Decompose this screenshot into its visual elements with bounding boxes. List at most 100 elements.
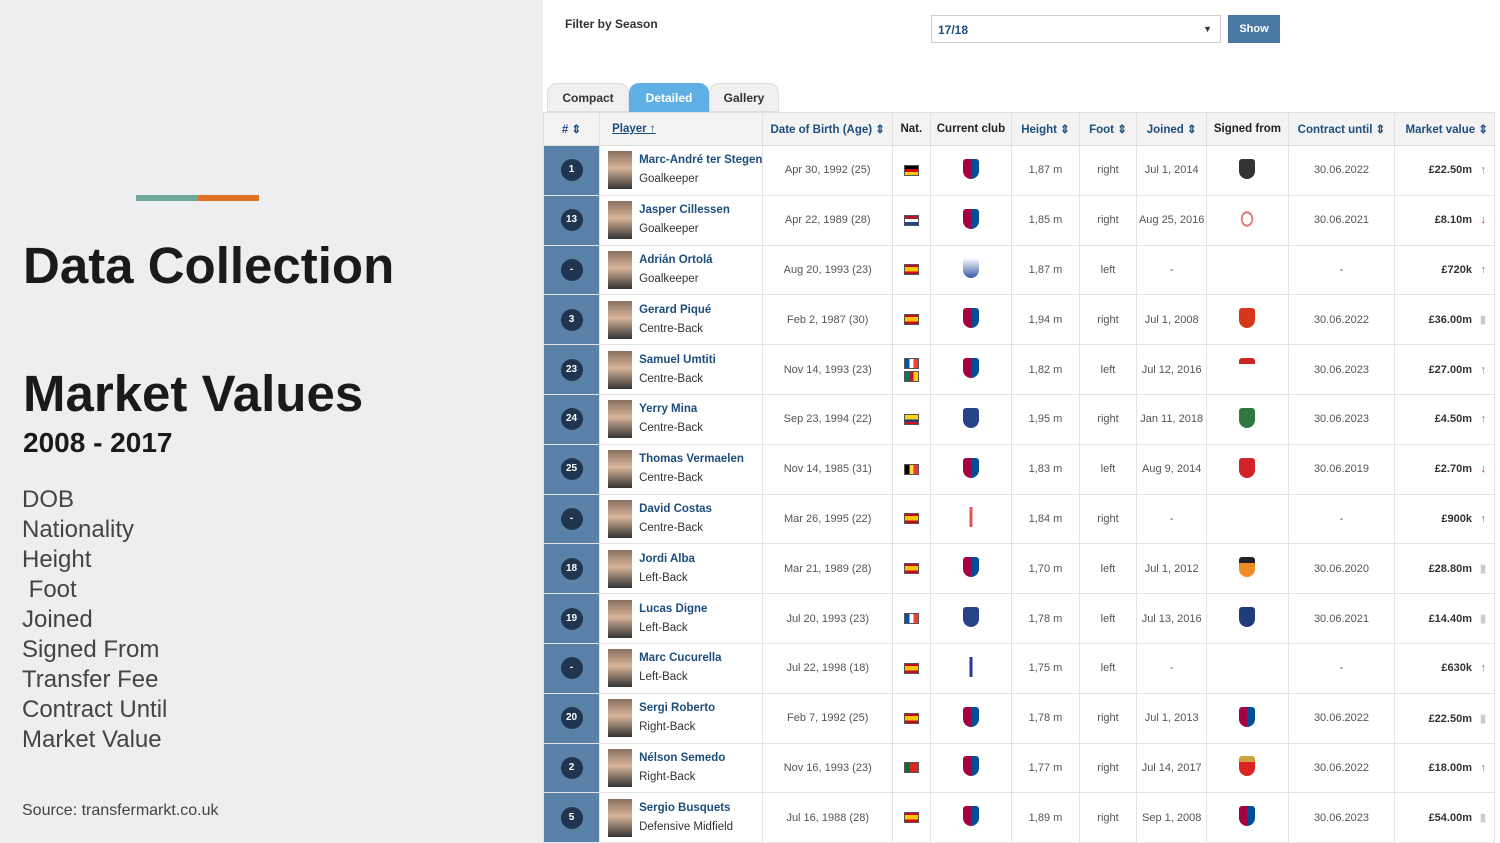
season-select[interactable]: 17/18 ▼ bbox=[931, 15, 1221, 43]
column-header[interactable]: Contract until ⇕ bbox=[1287, 112, 1396, 146]
player-name-link[interactable]: Jasper Cillessen bbox=[639, 201, 730, 220]
current-club-cell bbox=[929, 543, 1013, 595]
barcelona-crest-icon[interactable] bbox=[1239, 706, 1256, 727]
field-item: Contract Until bbox=[22, 696, 168, 723]
everton-crest-icon[interactable] bbox=[962, 407, 979, 428]
barcelona-crest-icon[interactable] bbox=[1239, 806, 1256, 827]
column-header[interactable]: Date of Birth (Age) ⇕ bbox=[762, 112, 894, 146]
everton-crest-icon[interactable] bbox=[962, 607, 979, 628]
market-value[interactable]: £4.50m bbox=[1435, 413, 1472, 425]
barcelona-crest-icon[interactable] bbox=[962, 706, 979, 727]
player-name-link[interactable]: Sergi Roberto bbox=[639, 699, 715, 718]
gladbach-crest-icon[interactable] bbox=[1239, 158, 1256, 179]
column-header[interactable]: Height ⇕ bbox=[1011, 112, 1080, 146]
joined-cell: Sep 1, 2008 bbox=[1136, 792, 1208, 843]
source-note: Source: transfermarkt.co.uk bbox=[22, 802, 219, 819]
france-flag-icon bbox=[903, 613, 919, 625]
column-header[interactable]: Foot ⇕ bbox=[1078, 112, 1138, 146]
column-header[interactable]: Joined ⇕ bbox=[1136, 112, 1208, 146]
barcelona-crest-icon[interactable] bbox=[962, 158, 979, 179]
table-row: 3 Gerard Piqué Centre-Back Feb 2, 1987 (30)… bbox=[542, 294, 1495, 346]
palmeiras-crest-icon[interactable] bbox=[1239, 407, 1256, 428]
tab-detailed[interactable]: Detailed bbox=[629, 83, 709, 112]
dob-cell: Nov 14, 1985 (31) bbox=[762, 443, 894, 495]
column-header[interactable]: # ⇕ bbox=[542, 112, 601, 146]
market-value[interactable]: £22.50m bbox=[1429, 164, 1472, 176]
player-position: Centre-Back bbox=[639, 472, 703, 485]
player-cell: Thomas Vermaelen Centre-Back bbox=[599, 443, 764, 495]
market-value[interactable]: £27.00m bbox=[1429, 364, 1472, 376]
market-value[interactable]: £54.00m bbox=[1429, 812, 1472, 824]
dob-cell: Jul 20, 1993 (23) bbox=[762, 593, 894, 644]
player-name-link[interactable]: Marc Cucurella bbox=[639, 649, 721, 668]
market-value[interactable]: £8.10m bbox=[1435, 214, 1472, 226]
barcelona-crest-icon[interactable] bbox=[962, 557, 979, 578]
market-value[interactable]: £630k bbox=[1441, 662, 1472, 674]
tab-gallery[interactable]: Gallery bbox=[709, 83, 779, 112]
market-value[interactable]: £18.00m bbox=[1429, 762, 1472, 774]
trend-none-icon: ▮ bbox=[1479, 314, 1486, 327]
joined-cell: Jul 1, 2014 bbox=[1136, 145, 1208, 196]
contract-cell: 30.06.2023 bbox=[1287, 393, 1396, 445]
player-name-link[interactable]: Adrián Ortolá bbox=[639, 251, 712, 270]
barcelona-crest-icon[interactable] bbox=[962, 208, 979, 229]
spain-flag-icon bbox=[903, 314, 919, 326]
current-club-cell bbox=[929, 194, 1013, 246]
player-cell: Samuel Umtiti Centre-Back bbox=[599, 344, 764, 395]
ajax-crest-icon[interactable] bbox=[1239, 208, 1256, 229]
psg-crest-icon[interactable] bbox=[1239, 607, 1256, 628]
market-value[interactable]: £2.70m bbox=[1435, 463, 1472, 475]
player-name-link[interactable]: Sergio Busquets bbox=[639, 799, 733, 818]
player-name-link[interactable]: Jordi Alba bbox=[639, 550, 695, 569]
market-value[interactable]: £22.50m bbox=[1429, 713, 1472, 725]
player-photo bbox=[608, 599, 633, 638]
shirt-number: 5 bbox=[560, 806, 583, 829]
player-photo bbox=[608, 649, 633, 688]
player-name-link[interactable]: David Costas bbox=[639, 500, 712, 519]
market-value[interactable]: £720k bbox=[1441, 264, 1472, 276]
player-name-link[interactable]: Yerry Mina bbox=[639, 400, 703, 419]
player-name-link[interactable]: Samuel Umtiti bbox=[639, 351, 716, 370]
trend-up-icon: ↑ bbox=[1480, 164, 1487, 177]
nationality-cell bbox=[892, 194, 931, 246]
contract-cell: 30.06.2022 bbox=[1287, 145, 1396, 196]
valencia-crest-icon[interactable] bbox=[1239, 557, 1256, 578]
barcelona-crest-icon[interactable] bbox=[962, 806, 979, 827]
market-value[interactable]: £14.40m bbox=[1429, 613, 1472, 625]
player-info: Lucas Digne Left-Back bbox=[639, 600, 707, 638]
player-name-link[interactable]: Thomas Vermaelen bbox=[639, 450, 744, 469]
tab-compact[interactable]: Compact bbox=[547, 83, 629, 112]
benfica-crest-icon[interactable] bbox=[1239, 756, 1256, 777]
joined-cell: Aug 9, 2014 bbox=[1136, 443, 1208, 495]
barcelona-crest-icon[interactable] bbox=[962, 358, 979, 379]
player-name-link[interactable]: Marc-André ter Stegen bbox=[639, 151, 762, 170]
shirt-number-cell: 23 bbox=[542, 344, 601, 395]
market-value[interactable]: £900k bbox=[1441, 513, 1472, 525]
eibar-crest-icon[interactable] bbox=[962, 656, 979, 677]
celta-crest-icon[interactable] bbox=[962, 507, 979, 528]
signed-from-cell bbox=[1206, 443, 1289, 495]
column-header[interactable]: Player ↑ bbox=[599, 112, 764, 146]
barcelona-crest-icon[interactable] bbox=[962, 457, 979, 478]
nationality-cell bbox=[892, 642, 931, 694]
player-info: Gerard Piqué Centre-Back bbox=[639, 301, 711, 339]
slide-subtitle: Market Values bbox=[23, 365, 364, 422]
show-button[interactable]: Show bbox=[1228, 15, 1280, 43]
barcelona-crest-icon[interactable] bbox=[962, 308, 979, 329]
column-header[interactable]: Market value ⇕ bbox=[1394, 112, 1495, 146]
player-name-link[interactable]: Gerard Piqué bbox=[639, 301, 711, 320]
nationality-cell bbox=[892, 792, 931, 843]
barcelona-crest-icon[interactable] bbox=[962, 756, 979, 777]
man-utd-crest-icon[interactable] bbox=[1239, 308, 1256, 329]
player-name-link[interactable]: Lucas Digne bbox=[639, 600, 707, 619]
lyon-crest-icon[interactable] bbox=[1239, 358, 1256, 379]
market-value[interactable]: £28.80m bbox=[1429, 563, 1472, 575]
arsenal-crest-icon[interactable] bbox=[1239, 457, 1256, 478]
netherlands-flag-icon bbox=[903, 214, 919, 226]
shirt-number-cell: 19 bbox=[542, 593, 601, 644]
contract-cell: 30.06.2019 bbox=[1287, 443, 1396, 495]
deportivo-crest-icon[interactable] bbox=[962, 258, 979, 279]
signed-from-cell bbox=[1206, 692, 1289, 744]
player-name-link[interactable]: Nélson Semedo bbox=[639, 749, 725, 768]
market-value[interactable]: £36.00m bbox=[1429, 314, 1472, 326]
